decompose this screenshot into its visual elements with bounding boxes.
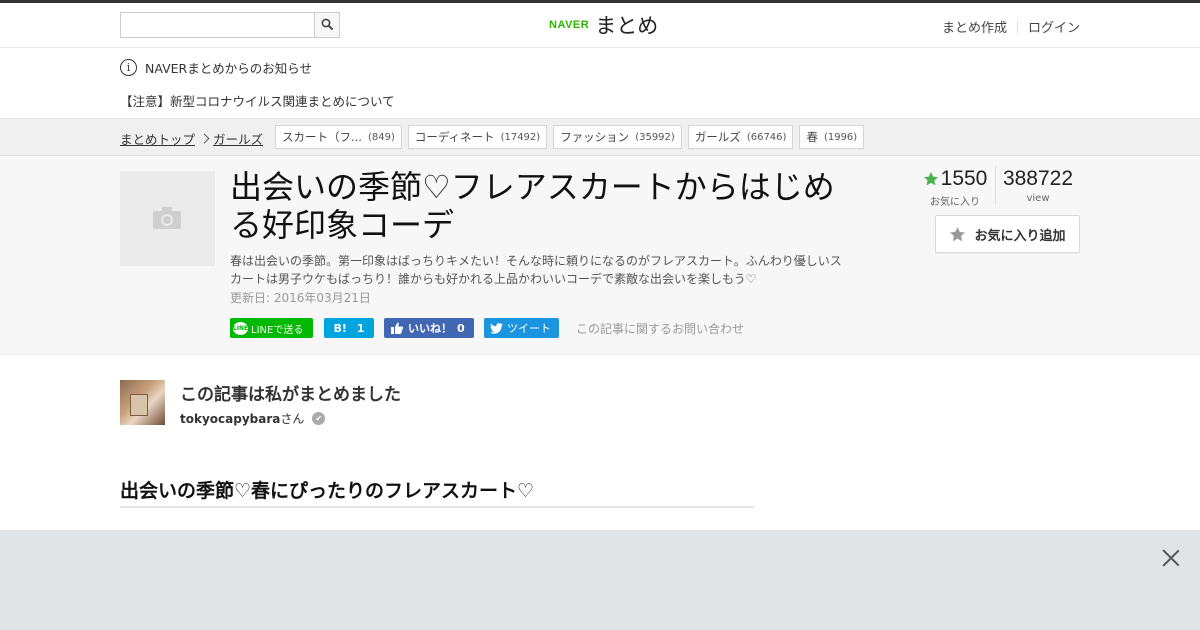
favorites-stat: 1550 お気に入り	[915, 166, 995, 208]
verified-check-icon: ✔	[312, 412, 326, 425]
notice-heading-text: NAVERまとめからのお知らせ	[145, 61, 312, 76]
create-matome-link[interactable]: まとめ作成	[942, 17, 1007, 36]
star-outline-icon	[950, 226, 966, 241]
article-stats: 1550 お気に入り 388722 view	[915, 166, 1080, 208]
section-heading: 出会いの季節♡春にぴったりのフレアスカート♡	[120, 476, 754, 508]
line-share-button[interactable]: LINE LINEで送る	[230, 318, 313, 338]
nav-divider	[1016, 20, 1018, 33]
favorites-count-row: 1550	[915, 166, 995, 192]
tweet-label: ツイート	[507, 322, 551, 335]
login-link[interactable]: ログイン	[1028, 17, 1080, 36]
tag-count: (849)	[367, 131, 395, 143]
hatena-icon: B!	[333, 321, 347, 335]
tag-label: スカート（フ...	[282, 130, 362, 144]
tag-list: スカート（フ... (849) コーディネート (17492) ファッション (359…	[275, 125, 865, 149]
facebook-like-button[interactable]: いいね！ 0	[384, 318, 474, 338]
favorites-label: お気に入り	[930, 197, 980, 208]
star-icon	[923, 172, 938, 186]
logo-title: まとめ	[595, 14, 659, 38]
hatena-count: 1	[356, 321, 365, 335]
site-header: NAVER まとめ まとめ作成 ログイン	[0, 3, 1200, 48]
camera-icon	[153, 207, 181, 229]
line-icon: LINE	[233, 321, 248, 335]
thumbs-up-icon	[391, 322, 403, 334]
tag-label: ガールズ	[694, 130, 741, 144]
author-name[interactable]: tokyocapybara	[180, 412, 280, 426]
site-logo[interactable]: NAVER まとめ	[549, 11, 658, 39]
article-thumbnail	[120, 171, 215, 266]
view-label: view	[1026, 193, 1050, 204]
search-icon	[321, 18, 334, 31]
ad-overlay	[0, 530, 1200, 630]
info-icon: i	[120, 59, 137, 76]
header-nav: まとめ作成 ログイン	[942, 17, 1080, 36]
facebook-like-label: いいね！	[408, 322, 452, 335]
search-box	[120, 12, 340, 38]
breadcrumb-category[interactable]: ガールズ	[213, 129, 263, 148]
updated-date: 更新日: 2016年03月21日	[230, 291, 371, 305]
article-header: 出会いの季節♡フレアスカートからはじめる好印象コーデ 春は出会いの季節。第一印象…	[0, 156, 1200, 355]
author-suffix: さん	[280, 412, 305, 426]
notice-heading: i NAVERまとめからのお知らせ	[120, 58, 312, 77]
chevron-right-icon	[199, 133, 210, 144]
tag-label: コーディネート	[414, 130, 495, 144]
hatena-bookmark-button[interactable]: B! 1	[324, 318, 374, 338]
twitter-bird-icon	[490, 322, 503, 334]
tag-count: (1996)	[823, 131, 858, 143]
avatar-photo	[130, 394, 148, 416]
tweet-button[interactable]: ツイート	[484, 318, 559, 338]
tag-count: (35992)	[635, 131, 675, 143]
facebook-like-count: 0	[457, 321, 465, 335]
logo-brand: NAVER	[549, 19, 590, 31]
favorites-count: 1550	[940, 167, 988, 190]
author-heading: この記事は私がまとめました	[180, 385, 401, 405]
share-buttons: LINE LINEで送る B! 1 いいね！ 0 ツイート この記事に関するお問…	[230, 318, 744, 338]
tag-item[interactable]: スカート（フ... (849)	[275, 125, 402, 149]
add-favorite-button[interactable]: お気に入り追加	[935, 215, 1080, 253]
close-icon[interactable]	[1162, 549, 1180, 567]
author-name-row: tokyocapybara さん ✔	[180, 410, 326, 427]
tag-count: (17492)	[500, 131, 541, 143]
add-favorite-label: お気に入り追加	[974, 228, 1066, 244]
tag-item[interactable]: ガールズ (66746)	[687, 125, 794, 149]
breadcrumb: まとめトップ ガールズ	[120, 129, 263, 148]
line-share-label: LINEで送る	[251, 324, 304, 336]
tag-label: ファッション	[560, 130, 630, 144]
tag-item[interactable]: ファッション (35992)	[553, 125, 682, 149]
article-title: 出会いの季節♡フレアスカートからはじめる好印象コーデ	[230, 168, 835, 244]
tag-item[interactable]: 春 (1996)	[799, 125, 865, 149]
tag-item[interactable]: コーディネート (17492)	[407, 125, 548, 149]
author-avatar[interactable]	[120, 380, 165, 425]
notice-link[interactable]: 【注意】新型コロナウイルス関連まとめについて	[120, 91, 395, 110]
search-input[interactable]	[121, 13, 315, 37]
tag-count: (66746)	[746, 131, 787, 143]
view-stat: 388722 view	[995, 166, 1080, 204]
breadcrumb-top[interactable]: まとめトップ	[120, 129, 195, 148]
view-count: 388722	[1002, 167, 1074, 190]
article-description: 春は出会いの季節。第一印象はばっちりキメたい！そんな時に頼りになるのがフレアスカ…	[230, 254, 842, 286]
search-button[interactable]	[314, 13, 339, 37]
tag-label: 春	[806, 130, 818, 144]
inquiry-link[interactable]: この記事に関するお問い合わせ	[576, 320, 744, 337]
breadcrumb-bar: まとめトップ ガールズ スカート（フ... (849) コーディネート (17492…	[0, 118, 1200, 156]
